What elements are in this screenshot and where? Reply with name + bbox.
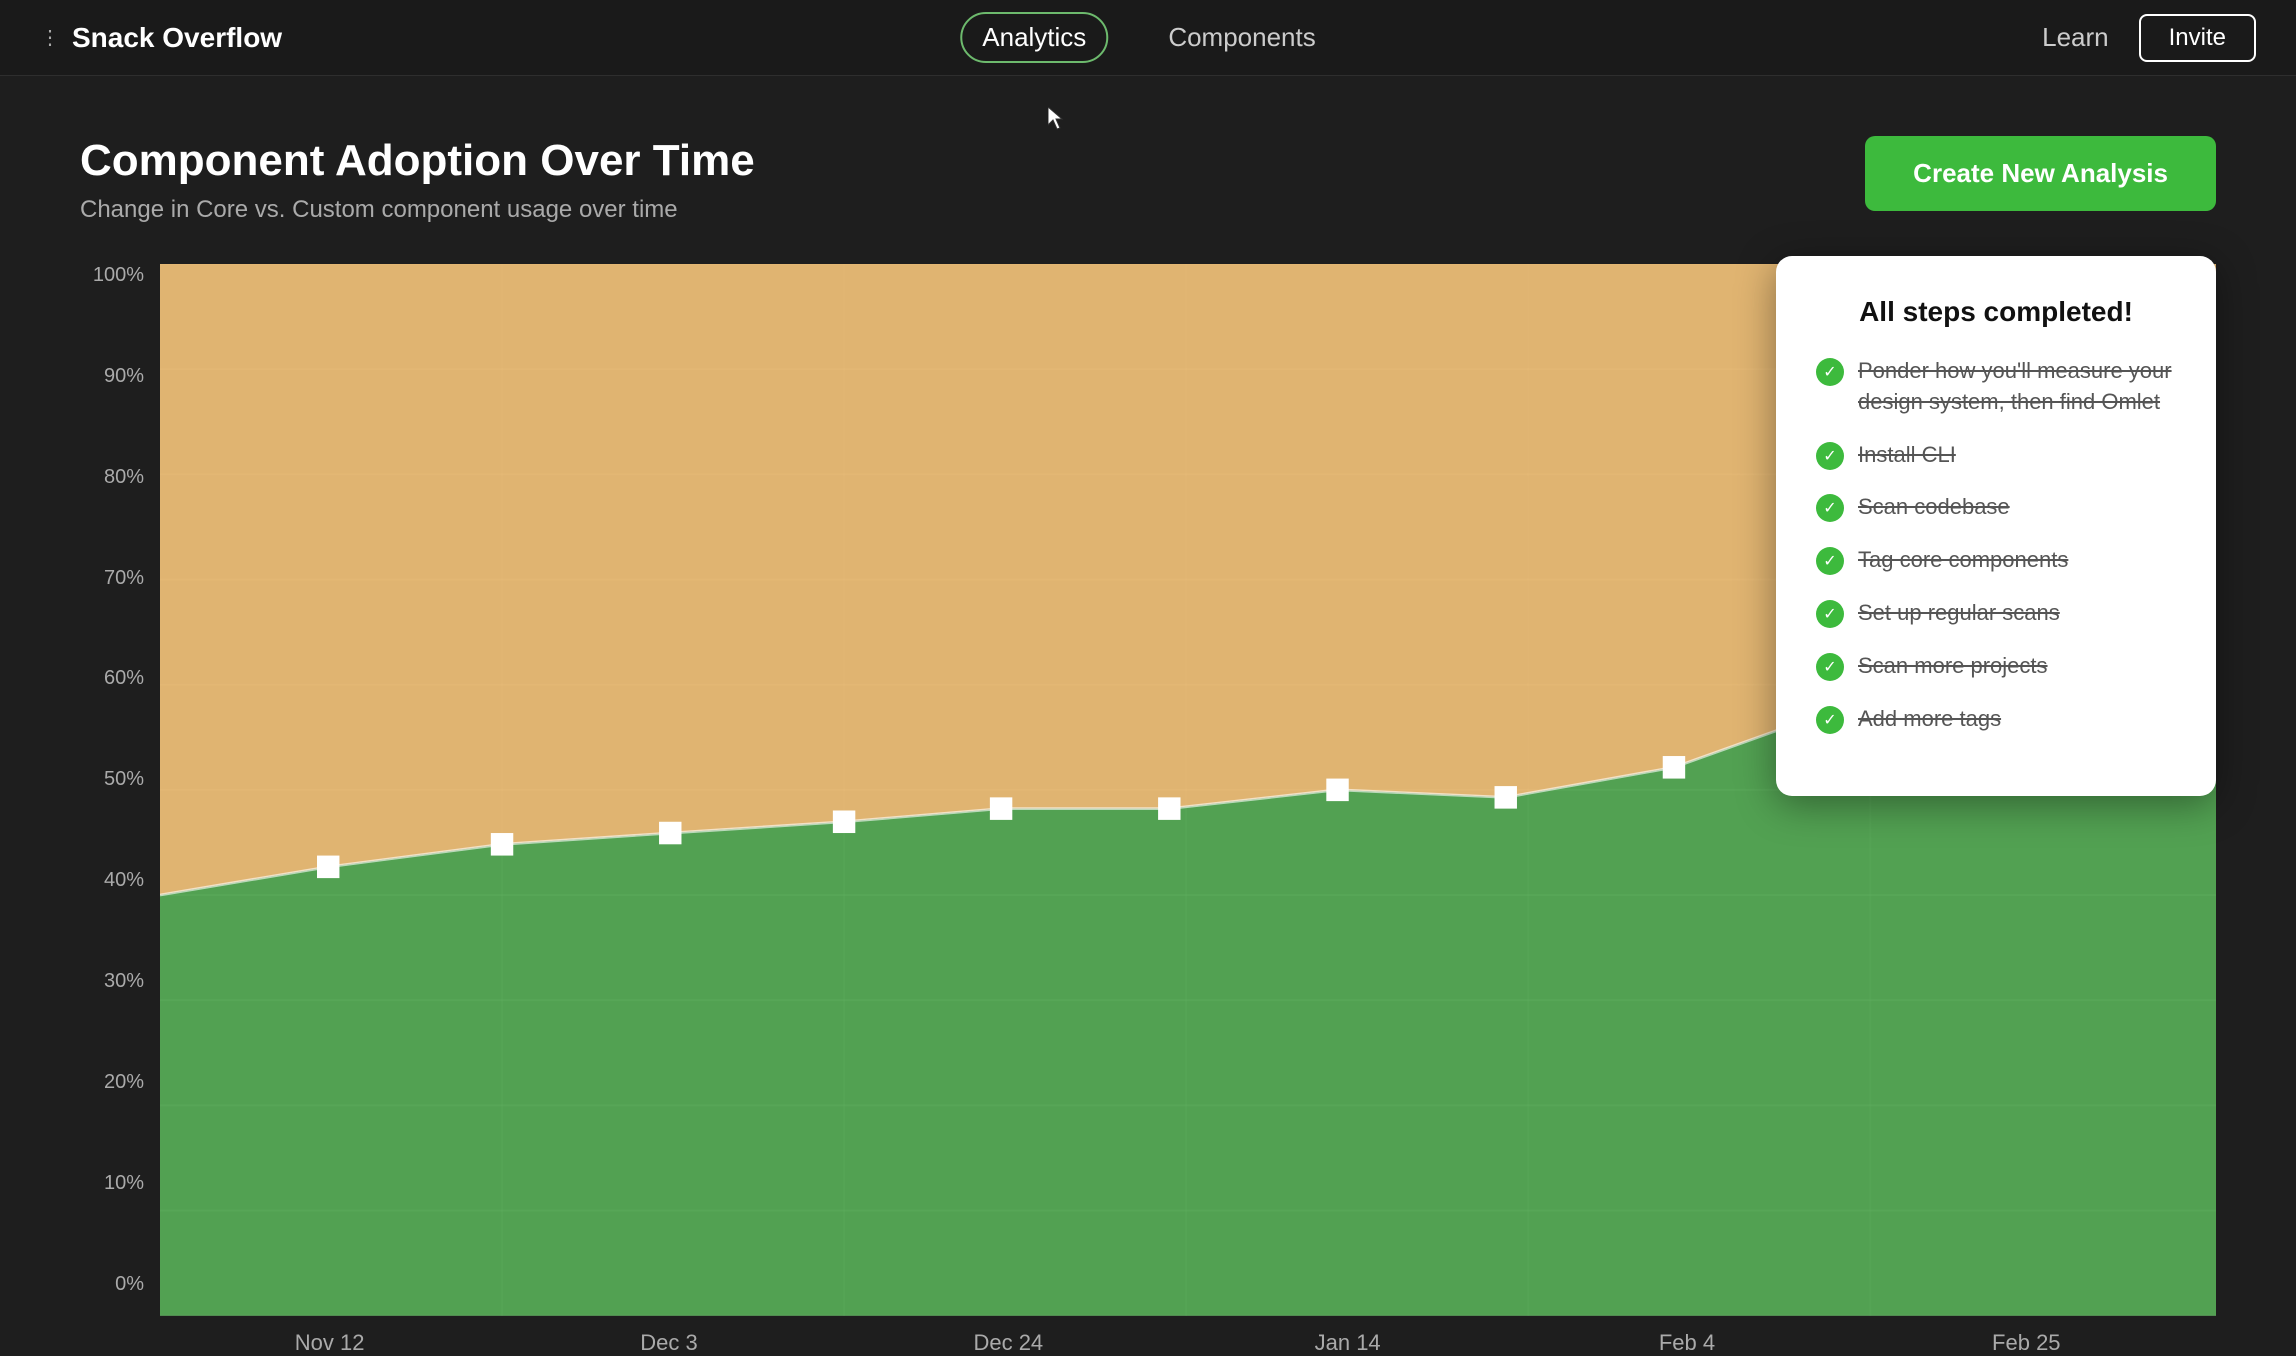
dp-7: [1326, 779, 1348, 802]
x-axis: Nov 12 Dec 3 Dec 24 Jan 14 Feb 4 Feb 25: [160, 1316, 2216, 1356]
nav-right: Learn Invite: [2042, 14, 2256, 62]
y-label-100: 100%: [80, 264, 160, 287]
step-5: ✓ Set up regular scans: [1816, 598, 2176, 629]
y-label-10: 10%: [80, 1172, 160, 1195]
dp-4: [833, 811, 855, 834]
step-6: ✓ Scan more projects: [1816, 651, 2176, 682]
completion-panel: All steps completed! ✓ Ponder how you'll…: [1776, 256, 2216, 796]
step-4-check: ✓: [1816, 547, 1844, 575]
dp-5: [990, 797, 1012, 820]
y-label-40: 40%: [80, 869, 160, 892]
dp-8: [1495, 786, 1517, 809]
step-4: ✓ Tag core components: [1816, 545, 2176, 576]
step-5-text: Set up regular scans: [1858, 598, 2060, 629]
y-label-0: 0%: [80, 1273, 160, 1296]
dp-3: [659, 822, 681, 845]
y-label-20: 20%: [80, 1071, 160, 1094]
step-7-text: Add more tags: [1858, 704, 2001, 735]
dp-9: [1663, 756, 1685, 779]
x-label-dec3: Dec 3: [499, 1330, 838, 1356]
nav-learn[interactable]: Learn: [2042, 22, 2109, 53]
create-analysis-button[interactable]: Create New Analysis: [1865, 136, 2216, 211]
step-2-text: Install CLI: [1858, 440, 1956, 471]
x-label-feb25: Feb 25: [1857, 1330, 2196, 1356]
nav-left: ⋮ Snack Overflow: [40, 22, 282, 54]
completion-title: All steps completed!: [1816, 296, 2176, 328]
dp-1: [317, 856, 339, 879]
step-4-text: Tag core components: [1858, 545, 2068, 576]
y-label-80: 80%: [80, 466, 160, 489]
nav-components[interactable]: Components: [1148, 14, 1335, 61]
dp-6: [1158, 797, 1180, 820]
step-1-text: Ponder how you'll measure your design sy…: [1858, 356, 2176, 418]
step-7-check: ✓: [1816, 706, 1844, 734]
step-2-check: ✓: [1816, 442, 1844, 470]
y-label-30: 30%: [80, 970, 160, 993]
dp-2: [491, 833, 513, 856]
cursor: [1048, 107, 1068, 127]
step-1-check: ✓: [1816, 358, 1844, 386]
step-1: ✓ Ponder how you'll measure your design …: [1816, 356, 2176, 418]
y-axis: 100% 90% 80% 70% 60% 50% 40% 30% 20% 10%…: [80, 264, 160, 1356]
step-7: ✓ Add more tags: [1816, 704, 2176, 735]
step-6-text: Scan more projects: [1858, 651, 2048, 682]
x-label-jan14: Jan 14: [1178, 1330, 1517, 1356]
nav-center: Analytics Components: [960, 12, 1335, 63]
nav-menu-icon[interactable]: ⋮: [40, 25, 60, 50]
y-label-60: 60%: [80, 667, 160, 690]
step-5-check: ✓: [1816, 600, 1844, 628]
x-label-nov12: Nov 12: [160, 1330, 499, 1356]
y-label-70: 70%: [80, 567, 160, 590]
navbar: ⋮ Snack Overflow Analytics Components Le…: [0, 0, 2296, 76]
step-3: ✓ Scan codebase: [1816, 492, 2176, 523]
brand-name: Snack Overflow: [72, 22, 282, 54]
main-content: Component Adoption Over Time Change in C…: [0, 76, 2296, 1356]
invite-button[interactable]: Invite: [2139, 14, 2256, 62]
y-label-90: 90%: [80, 365, 160, 388]
step-2: ✓ Install CLI: [1816, 440, 2176, 471]
y-label-50: 50%: [80, 768, 160, 791]
nav-analytics[interactable]: Analytics: [960, 12, 1108, 63]
x-label-dec24: Dec 24: [839, 1330, 1178, 1356]
step-6-check: ✓: [1816, 653, 1844, 681]
step-3-text: Scan codebase: [1858, 492, 2010, 523]
x-label-feb4: Feb 4: [1517, 1330, 1856, 1356]
step-3-check: ✓: [1816, 494, 1844, 522]
